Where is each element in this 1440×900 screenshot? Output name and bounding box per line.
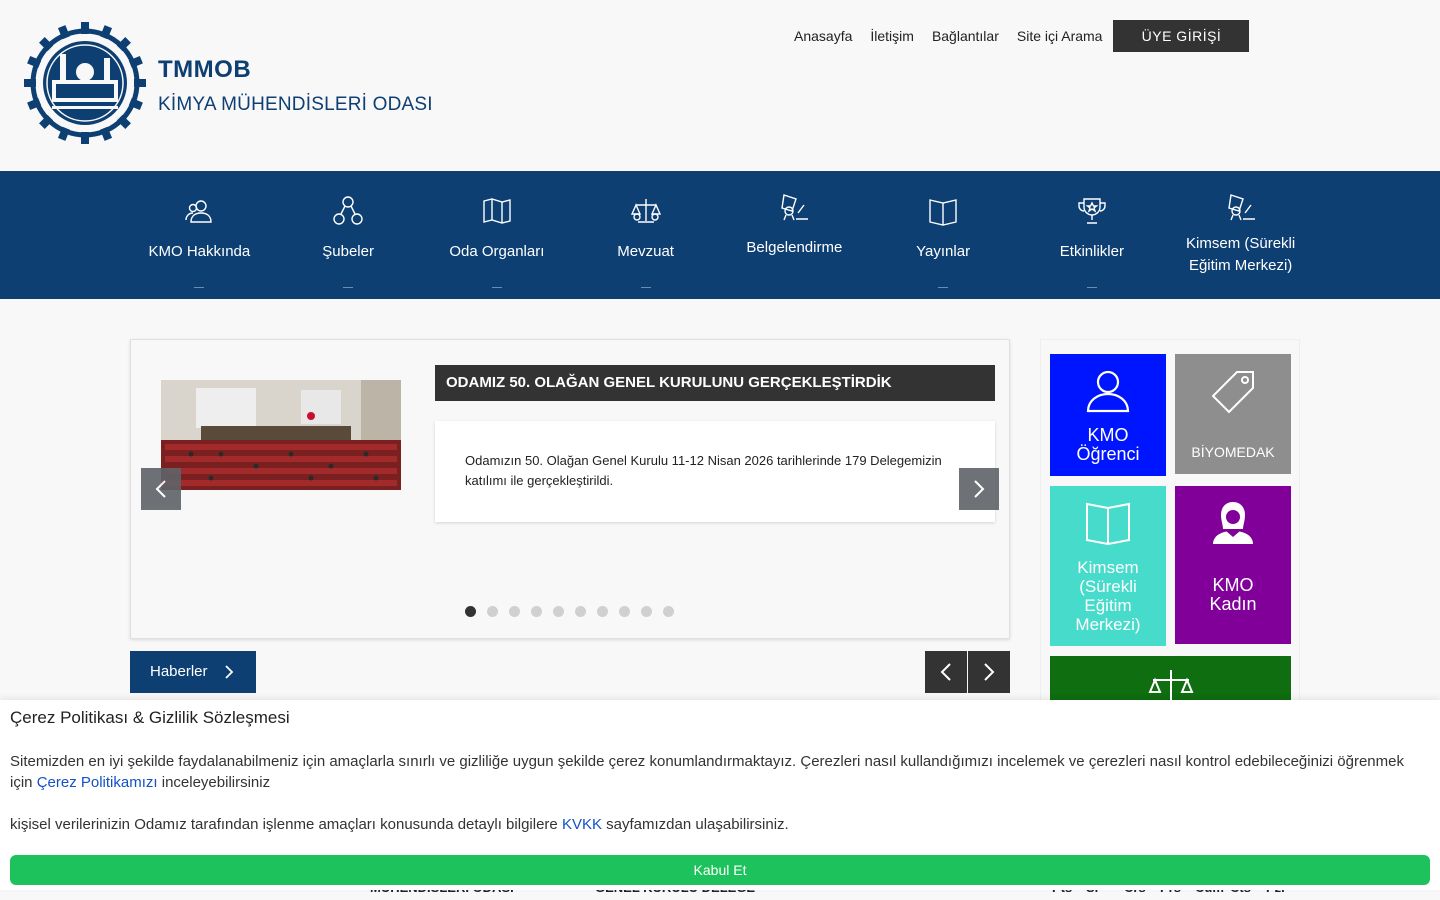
chevron-left-icon bbox=[940, 663, 951, 681]
slide-image[interactable] bbox=[161, 380, 401, 490]
slider-dot[interactable] bbox=[663, 606, 674, 617]
slider-dot[interactable] bbox=[487, 606, 498, 617]
main-navigation: KMO Hakkında Şubeler Oda Organları Mevzu… bbox=[0, 171, 1440, 299]
site-header: TMMOB KİMYA MÜHENDİSLERİ ODASI Anasayfa … bbox=[0, 0, 1440, 171]
chevron-right-icon bbox=[225, 665, 234, 679]
nav-label: Belgelendirme bbox=[746, 239, 843, 256]
scale-icon bbox=[630, 199, 661, 223]
topnav-links-link[interactable]: Bağlantılar bbox=[932, 28, 999, 44]
book-icon bbox=[929, 199, 957, 226]
kvkk-link[interactable]: KVKK bbox=[562, 816, 602, 833]
tag-icon bbox=[1211, 371, 1254, 414]
slider-dot[interactable] bbox=[575, 606, 586, 617]
cookie-policy-link[interactable]: Çerez Politikamızı bbox=[37, 774, 158, 791]
slide-summary: Odamızın 50. Olağan Genel Kurulu 11-12 N… bbox=[435, 421, 995, 522]
nav-indicator bbox=[343, 287, 354, 288]
gear-logo-icon bbox=[24, 22, 146, 144]
nav-item-organs[interactable]: Oda Organları bbox=[423, 171, 572, 299]
certificate-icon bbox=[781, 194, 809, 221]
tile-label: Kimsem (Sürekli Eğitim Merkezi) bbox=[1075, 558, 1141, 634]
nav-label: Oda Organları bbox=[449, 243, 545, 260]
nav-label: Yayınlar bbox=[916, 243, 971, 260]
topnav-home-link[interactable]: Anasayfa bbox=[794, 28, 852, 44]
topnav-contact-link[interactable]: İletişim bbox=[870, 28, 914, 44]
nav-indicator bbox=[640, 287, 651, 288]
slider-dot[interactable] bbox=[553, 606, 564, 617]
nav-label: Şubeler bbox=[322, 243, 374, 260]
site-logo[interactable]: TMMOB KİMYA MÜHENDİSLERİ ODASI bbox=[22, 20, 442, 150]
nav-item-about[interactable]: KMO Hakkında bbox=[125, 171, 274, 299]
kvkk-description: kişisel verilerinizin Odamız tarafından … bbox=[10, 814, 1410, 835]
nav-item-events[interactable]: Etkinlikler bbox=[1018, 171, 1167, 299]
cookie-text: inceleyebilirsiniz bbox=[157, 774, 271, 791]
tile-label: BİYOMEDAK bbox=[1191, 444, 1275, 460]
conference-photo-image bbox=[161, 380, 401, 490]
slider-dot[interactable] bbox=[641, 606, 652, 617]
news-prev-button[interactable] bbox=[925, 651, 967, 693]
cookie-text: sayfamızdan ulaşabilirsiniz. bbox=[601, 816, 789, 833]
news-button[interactable]: Haberler bbox=[130, 651, 256, 693]
cookie-description: Sitemizden en iyi şekilde faydalanabilme… bbox=[10, 751, 1410, 793]
cookie-banner: Çerez Politikası & Gizlilik Sözleşmesi S… bbox=[0, 700, 1440, 890]
certificate-icon bbox=[1227, 194, 1255, 221]
brand-name: TMMOB bbox=[158, 56, 252, 83]
tile-biyomedak[interactable]: BİYOMEDAK bbox=[1175, 354, 1291, 474]
tile-kimsem[interactable]: Kimsem (Sürekli Eğitim Merkezi) bbox=[1050, 486, 1166, 646]
topnav-search-link[interactable]: Site içi Arama bbox=[1017, 28, 1103, 44]
map-icon bbox=[483, 198, 511, 224]
news-next-button[interactable] bbox=[968, 651, 1010, 693]
accept-cookies-button[interactable]: Kabul Et bbox=[10, 855, 1430, 885]
tile-label: KMO Öğrenci bbox=[1076, 425, 1140, 464]
user-icon bbox=[1086, 370, 1130, 413]
slider-pagination bbox=[465, 606, 685, 617]
slider-dot[interactable] bbox=[531, 606, 542, 617]
tile-label: KMO Kadın bbox=[1209, 575, 1257, 614]
news-button-label: Haberler bbox=[150, 663, 208, 680]
woman-icon bbox=[1213, 502, 1253, 544]
tile-kmo-women[interactable]: KMO Kadın bbox=[1175, 486, 1291, 644]
chevron-right-icon bbox=[984, 663, 995, 681]
cookie-text: kişisel verilerinizin Odamız tarafından … bbox=[10, 816, 562, 833]
nav-indicator bbox=[194, 287, 205, 288]
member-login-button[interactable]: ÜYE GİRİŞİ bbox=[1113, 20, 1250, 52]
quick-links-panel: KMO Öğrenci BİYOMEDAK Kimsem (Sürekli Eğ… bbox=[1040, 339, 1300, 740]
book-icon bbox=[1086, 502, 1130, 546]
nav-label: Mevzuat bbox=[617, 243, 674, 260]
nav-item-certification[interactable]: Belgelendirme bbox=[720, 171, 869, 299]
slider-dot[interactable] bbox=[465, 606, 476, 617]
users-icon bbox=[185, 200, 213, 223]
chevron-right-icon bbox=[974, 480, 985, 498]
nav-indicator bbox=[938, 287, 949, 288]
news-slider: ODAMIZ 50. OLAĞAN GENEL KURULUNU GERÇEKL… bbox=[130, 339, 1010, 639]
chevron-left-icon bbox=[155, 480, 166, 498]
slide-next-button[interactable] bbox=[959, 468, 999, 510]
nav-label: Kimsem (Sürekli Eğitim Merkezi) bbox=[1186, 235, 1296, 274]
brand-subtitle: KİMYA MÜHENDİSLERİ ODASI bbox=[158, 94, 433, 115]
nav-item-kimsem[interactable]: Kimsem (Sürekli Eğitim Merkezi) bbox=[1166, 171, 1315, 299]
slider-dot[interactable] bbox=[619, 606, 630, 617]
slider-dot[interactable] bbox=[509, 606, 520, 617]
network-icon bbox=[333, 196, 363, 225]
nav-item-publications[interactable]: Yayınlar bbox=[869, 171, 1018, 299]
nav-indicator bbox=[1086, 287, 1097, 288]
slider-dot[interactable] bbox=[597, 606, 608, 617]
cookie-title: Çerez Politikası & Gizlilik Sözleşmesi bbox=[10, 708, 290, 727]
slide-title[interactable]: ODAMIZ 50. OLAĞAN GENEL KURULUNU GERÇEKL… bbox=[435, 365, 995, 401]
slide-prev-button[interactable] bbox=[141, 468, 181, 510]
trophy-icon bbox=[1078, 198, 1106, 224]
nav-label: Etkinlikler bbox=[1059, 243, 1124, 260]
nav-item-legislation[interactable]: Mevzuat bbox=[571, 171, 720, 299]
nav-item-branches[interactable]: Şubeler bbox=[274, 171, 423, 299]
tile-kmo-student[interactable]: KMO Öğrenci bbox=[1050, 354, 1166, 476]
nav-label: KMO Hakkında bbox=[148, 243, 251, 260]
nav-indicator bbox=[491, 287, 502, 288]
top-navigation: Anasayfa İletişim Bağlantılar Site içi A… bbox=[794, 20, 1250, 52]
